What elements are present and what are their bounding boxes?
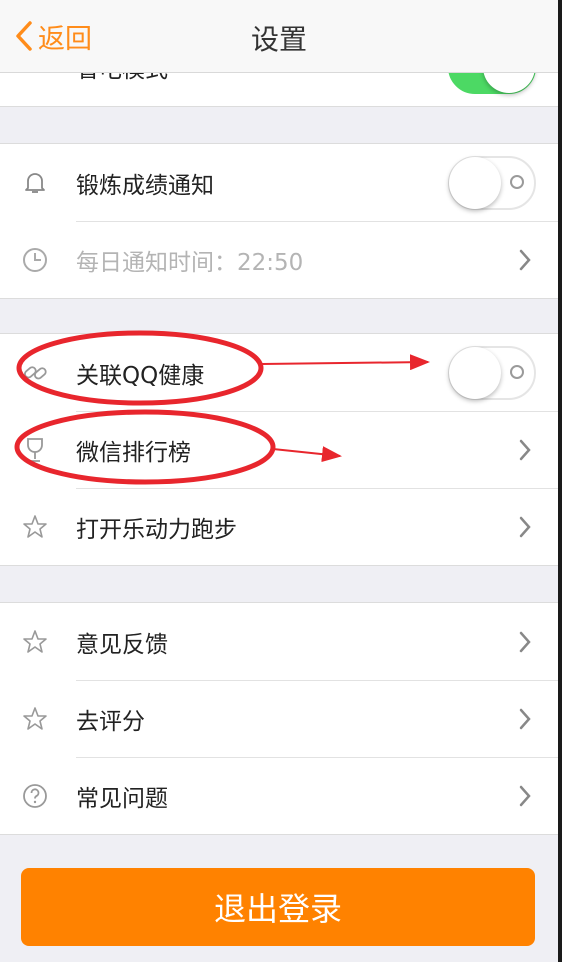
chevron-right-icon bbox=[519, 439, 531, 460]
wechat-ranking-label: 微信排行榜 bbox=[76, 439, 191, 466]
star-icon bbox=[20, 704, 50, 734]
chevron-right-icon bbox=[519, 516, 531, 537]
star-icon bbox=[20, 512, 50, 542]
daily-notification-time-label: 每日通知时间：22:50 bbox=[76, 249, 304, 276]
open-running-label: 打开乐动力跑步 bbox=[76, 516, 237, 543]
navigation-bar: 返回 设置 bbox=[0, 0, 558, 73]
rate-label: 去评分 bbox=[76, 708, 145, 735]
faq-label: 常见问题 bbox=[76, 785, 168, 812]
social-group: 关联QQ健康 微信排行榜 打开乐动力跑步 bbox=[0, 333, 558, 566]
workout-notification-toggle[interactable] bbox=[448, 155, 536, 210]
notification-group: 锻炼成绩通知 每日通知时间：22:50 bbox=[0, 143, 558, 299]
chevron-right-icon bbox=[519, 708, 531, 729]
chevron-right-icon bbox=[519, 631, 531, 652]
chevron-right-icon bbox=[519, 249, 531, 270]
star-icon bbox=[20, 627, 50, 657]
link-icon bbox=[20, 358, 50, 388]
feedback-label: 意见反馈 bbox=[76, 631, 168, 658]
faq-row[interactable]: 常见问题 bbox=[0, 757, 558, 834]
bell-icon bbox=[20, 168, 50, 198]
qq-health-row[interactable]: 关联QQ健康 bbox=[0, 334, 558, 411]
wechat-ranking-row[interactable]: 微信排行榜 bbox=[0, 411, 558, 488]
daily-notification-time-row[interactable]: 每日通知时间：22:50 bbox=[0, 221, 558, 298]
feedback-row[interactable]: 意见反馈 bbox=[0, 603, 558, 680]
trophy-icon bbox=[20, 435, 50, 465]
clock-icon bbox=[20, 245, 50, 275]
open-running-row[interactable]: 打开乐动力跑步 bbox=[0, 488, 558, 565]
support-group: 意见反馈 去评分 常见问题 bbox=[0, 602, 558, 835]
workout-notification-row[interactable]: 锻炼成绩通知 bbox=[0, 144, 558, 221]
question-icon bbox=[20, 781, 50, 811]
page-title: 设置 bbox=[250, 23, 307, 56]
qq-health-toggle[interactable] bbox=[448, 345, 536, 400]
logout-button[interactable]: 退出登录 bbox=[21, 868, 535, 946]
rate-row[interactable]: 去评分 bbox=[0, 680, 558, 757]
chevron-right-icon bbox=[519, 785, 531, 806]
workout-notification-label: 锻炼成绩通知 bbox=[76, 172, 214, 199]
screen-edge bbox=[558, 0, 562, 962]
qq-health-label: 关联QQ健康 bbox=[76, 362, 205, 389]
